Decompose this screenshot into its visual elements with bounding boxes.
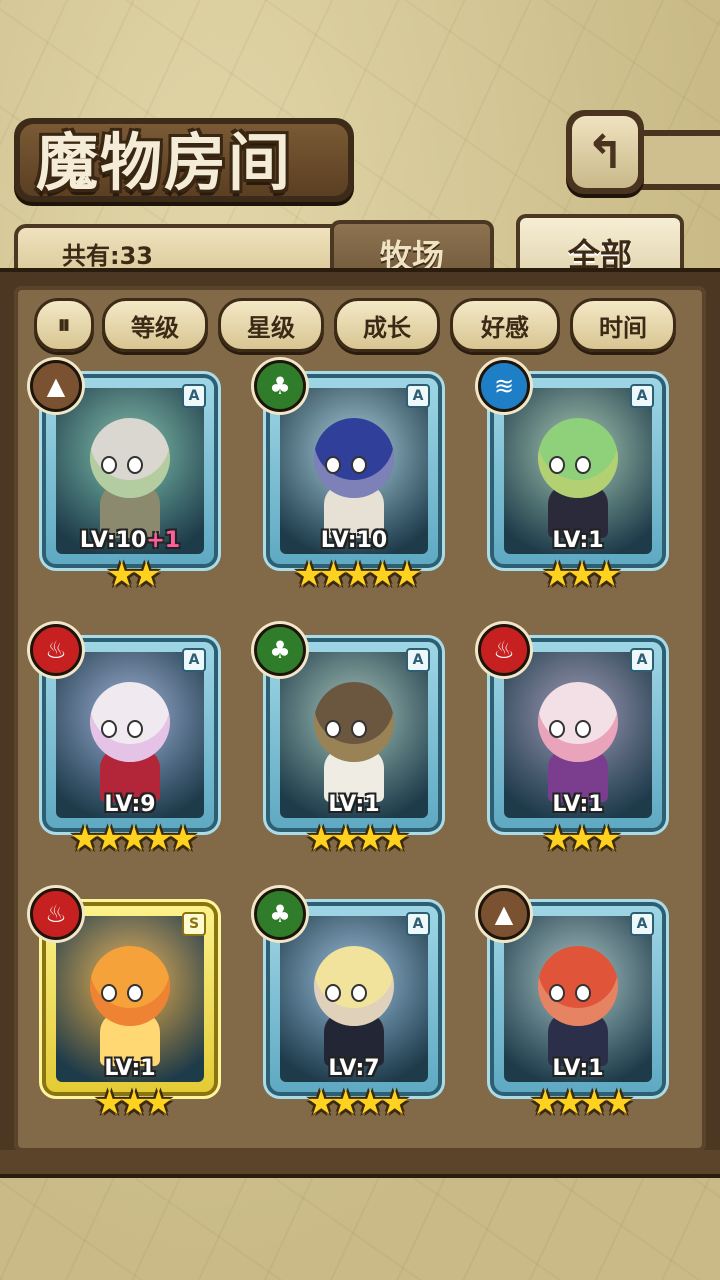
level-bonus: +1 xyxy=(146,528,181,553)
rank-badge: A xyxy=(406,912,430,936)
monster-card[interactable]: A LV:9 ♨ ★★★★★ xyxy=(30,624,226,859)
monster-card[interactable]: A LV:1 ♨ ★★★ xyxy=(478,624,674,859)
flame-icon: ♨ xyxy=(30,624,82,676)
level-label: LV:1 xyxy=(552,1056,604,1081)
rank-badge: S xyxy=(182,912,206,936)
star-rating: ★★★ xyxy=(94,1083,173,1123)
monster-sprite xyxy=(299,418,409,538)
star-rating: ★★ xyxy=(106,555,162,595)
monster-card[interactable]: A LV:1 ♣ ★★★★ xyxy=(254,624,450,859)
rank-badge: A xyxy=(182,648,206,672)
level-label: LV:1 xyxy=(552,528,604,553)
flame-icon: ♨ xyxy=(30,888,82,940)
rank-badge: A xyxy=(630,648,654,672)
monster-sprite xyxy=(299,682,409,802)
level-label: LV:10 xyxy=(320,528,388,553)
waves-icon: ≋ xyxy=(478,360,530,412)
level-label: LV:1 xyxy=(104,1056,156,1081)
mountain-icon: ▲ xyxy=(30,360,82,412)
back-button[interactable]: ↰ xyxy=(566,110,644,194)
page-title: 魔物房间 xyxy=(36,126,293,199)
sort-growth-button[interactable]: 成长 xyxy=(334,298,440,352)
level-label: LV:1 xyxy=(552,792,604,817)
rank-badge: A xyxy=(630,912,654,936)
rank-badge: A xyxy=(406,384,430,408)
leaf-icon: ♣ xyxy=(254,624,306,676)
monster-sprite xyxy=(75,682,185,802)
sort-order-toggle[interactable]: ⏸ xyxy=(34,298,94,352)
monster-sprite xyxy=(523,682,633,802)
leaf-icon: ♣ xyxy=(254,888,306,940)
monster-card[interactable]: A LV:7 ♣ ★★★★ xyxy=(254,888,450,1123)
back-rail xyxy=(640,130,720,190)
mountain-icon: ▲ xyxy=(478,888,530,940)
monster-sprite xyxy=(299,946,409,1066)
monster-sprite xyxy=(75,418,185,538)
rank-badge: A xyxy=(630,384,654,408)
monster-card[interactable]: A LV:1 ≋ ★★★ xyxy=(478,360,674,595)
star-rating: ★★★ xyxy=(542,555,621,595)
monster-count: 共有:33 xyxy=(62,242,153,270)
monster-card[interactable]: A LV:10 ♣ ★★★★★ xyxy=(254,360,450,595)
level-label: LV:7 xyxy=(328,1056,380,1081)
back-arrow-icon: ↰ xyxy=(585,125,625,179)
level-label: LV:1 xyxy=(328,792,380,817)
sort-order-icon: ⏸ xyxy=(57,309,71,340)
star-rating: ★★★★★ xyxy=(69,819,198,859)
star-rating: ★★★★ xyxy=(530,1083,634,1123)
monster-card[interactable]: A LV:1 ▲ ★★★★ xyxy=(478,888,674,1123)
star-rating: ★★★ xyxy=(542,819,621,859)
panel-bottom-edge xyxy=(0,1150,720,1178)
sort-affection-button[interactable]: 好感 xyxy=(450,298,560,352)
star-rating: ★★★★ xyxy=(306,819,410,859)
leaf-icon: ♣ xyxy=(254,360,306,412)
monster-sprite xyxy=(75,946,185,1066)
sort-star-button[interactable]: 星级 xyxy=(218,298,324,352)
level-label: LV:9 xyxy=(104,792,156,817)
monster-sprite xyxy=(523,418,633,538)
rank-badge: A xyxy=(182,384,206,408)
sort-time-button[interactable]: 时间 xyxy=(570,298,676,352)
star-rating: ★★★★ xyxy=(306,1083,410,1123)
sort-level-button[interactable]: 等级 xyxy=(102,298,208,352)
star-rating: ★★★★★ xyxy=(293,555,422,595)
monster-sprite xyxy=(523,946,633,1066)
rank-badge: A xyxy=(406,648,430,672)
level-label: LV:10+1 xyxy=(79,528,181,553)
monster-card[interactable]: A LV:10+1 ▲ ★★ xyxy=(30,360,226,595)
flame-icon: ♨ xyxy=(478,624,530,676)
monster-card[interactable]: S LV:1 ♨ ★★★ xyxy=(30,888,226,1123)
